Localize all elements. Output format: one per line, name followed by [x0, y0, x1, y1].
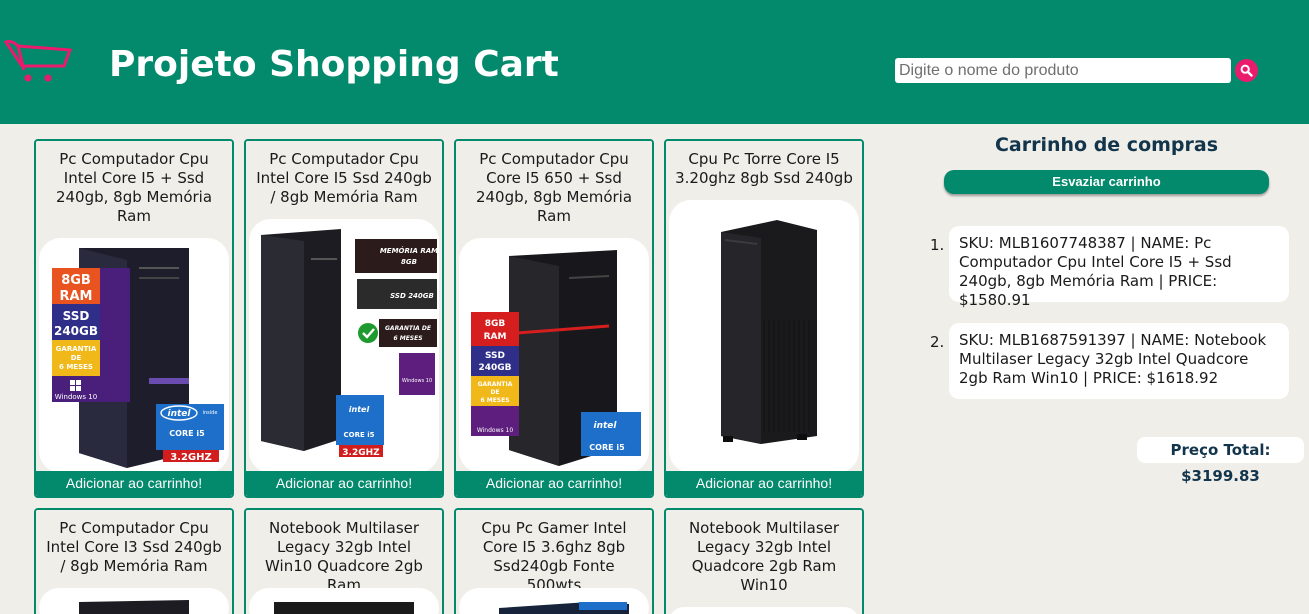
cart-item-number: 1.: [930, 236, 945, 254]
memory-8gb-label: 8GB: [401, 258, 417, 266]
cart-item[interactable]: SKU: MLB1607748387 | NAME: Pc Computador…: [949, 226, 1289, 309]
ssd-240-label: SSD 240GB: [390, 292, 434, 300]
cart-item[interactable]: SKU: MLB1687591397 | NAME: Notebook Mult…: [949, 323, 1289, 399]
cart-item-number: 2.: [930, 333, 945, 351]
ram-badge-text: 8GB: [485, 319, 506, 329]
garantia-label: GARANTIA DE: [385, 325, 432, 332]
product-title: Pc Computador Cpu Core I5 650 + Ssd 240g…: [475, 150, 633, 225]
product-card: Pc Computador Cpu Intel Core I3 Ssd 240g…: [34, 508, 234, 614]
core-label: CORE i5: [344, 431, 375, 439]
product-title: Cpu Pc Gamer Intel Core I5 3.6ghz 8gb Ss…: [481, 519, 627, 594]
product-title: Pc Computador Cpu Intel Core I5 + Ssd 24…: [55, 150, 213, 225]
product-title: Cpu Pc Torre Core I5 3.20ghz 8gb Ssd 240…: [675, 150, 853, 187]
garantia-6-label: 6 MESES: [393, 335, 422, 342]
ssd-badge-text: SSD: [63, 309, 90, 323]
intel-badge-text: intel: [168, 409, 192, 419]
product-card: Cpu Pc Gamer Intel Core I5 3.6ghz 8gb Ss…: [454, 508, 654, 614]
search-button[interactable]: [1235, 59, 1258, 82]
warranty-badge-text-3: 6 MESES: [480, 397, 509, 404]
windows-badge-text: Windows 10: [477, 427, 514, 434]
add-to-cart-button[interactable]: Adicionar ao carrinho!: [246, 471, 442, 496]
product-card: Notebook Multilaser Legacy 32gb Intel Qu…: [664, 508, 864, 614]
ssd-badge-text: SSD: [485, 351, 505, 361]
product-card: Cpu Pc Torre Core I5 3.20ghz 8gb Ssd 240…: [664, 139, 864, 498]
add-to-cart-button[interactable]: Adicionar ao carrinho!: [666, 471, 862, 496]
intel-badge-text: intel: [594, 421, 618, 431]
ram-badge-text-2: RAM: [484, 332, 507, 342]
ssd-badge-text-2: 240GB: [478, 363, 511, 373]
product-title: Notebook Multilaser Legacy 32gb Intel Qu…: [688, 519, 840, 594]
search-input[interactable]: [895, 58, 1231, 83]
core-badge-text: CORE i5: [169, 429, 205, 438]
product-image[interactable]: [249, 588, 439, 614]
product-title: Notebook Multilaser Legacy 32gb Intel Wi…: [265, 519, 423, 594]
warranty-badge-text: GARANTIA: [478, 381, 513, 388]
product-card: Pc Computador Cpu Core I5 650 + Ssd 240g…: [454, 139, 654, 498]
memory-ram-label: MEMÓRIA RAM: [380, 246, 438, 255]
product-image[interactable]: [459, 588, 649, 614]
shopping-cart-logo-icon: [4, 40, 73, 82]
product-card: Pc Computador Cpu Intel Core I5 + Ssd 24…: [34, 139, 234, 498]
ssd-badge-text-2: 240GB: [54, 324, 98, 338]
cart-title: Carrinho de compras: [994, 134, 1219, 156]
warranty-badge-text: GARANTIA: [56, 345, 97, 353]
windows-badge-text: Windows 10: [55, 393, 97, 401]
warranty-badge-text-2: DE: [490, 389, 499, 396]
search-icon: [1240, 64, 1253, 77]
product-image[interactable]: [39, 588, 229, 614]
add-to-cart-button[interactable]: Adicionar ao carrinho!: [36, 471, 232, 496]
page-title: Projeto Shopping Cart: [109, 44, 559, 85]
add-to-cart-button[interactable]: Adicionar ao carrinho!: [456, 471, 652, 496]
product-title: Pc Computador Cpu Intel Core I3 Ssd 240g…: [46, 519, 222, 575]
warranty-badge-text-2: DE: [71, 354, 82, 362]
warranty-badge-text-3: 6 MESES: [59, 363, 93, 371]
product-image[interactable]: [669, 607, 859, 614]
product-image[interactable]: 8GB RAM SSD 240GB GARANTIA DE 6 MESES Wi…: [459, 238, 649, 473]
product-image[interactable]: 8GB RAM SSD 240GB GARANTIA DE 6 MESES Wi…: [39, 238, 229, 473]
ram-badge-text-2: RAM: [59, 289, 92, 304]
product-image[interactable]: MEMÓRIA RAM 8GB SSD 240GB GARANTIA DE 6 …: [249, 219, 439, 473]
product-card: Notebook Multilaser Legacy 32gb Intel Wi…: [244, 508, 444, 614]
product-title: Pc Computador Cpu Intel Core I5 Ssd 240g…: [256, 150, 432, 206]
intel-inside-text: inside: [203, 410, 218, 416]
ram-badge-text: 8GB: [61, 273, 91, 288]
intel-label: intel: [349, 405, 370, 414]
windows-label: Windows 10: [402, 378, 432, 384]
ghz-label: 3.2GHZ: [342, 448, 380, 458]
header: Projeto Shopping Cart: [0, 0, 1309, 124]
product-image[interactable]: [669, 200, 859, 473]
ghz-badge-text: 3.2GHZ: [170, 452, 212, 463]
core-badge-text: CORE i5: [589, 443, 625, 452]
product-card: Pc Computador Cpu Intel Core I5 Ssd 240g…: [244, 139, 444, 498]
empty-cart-button[interactable]: Esvaziar carrinho: [944, 170, 1269, 194]
total-price: Preço Total: $3199.83: [1137, 437, 1304, 485]
